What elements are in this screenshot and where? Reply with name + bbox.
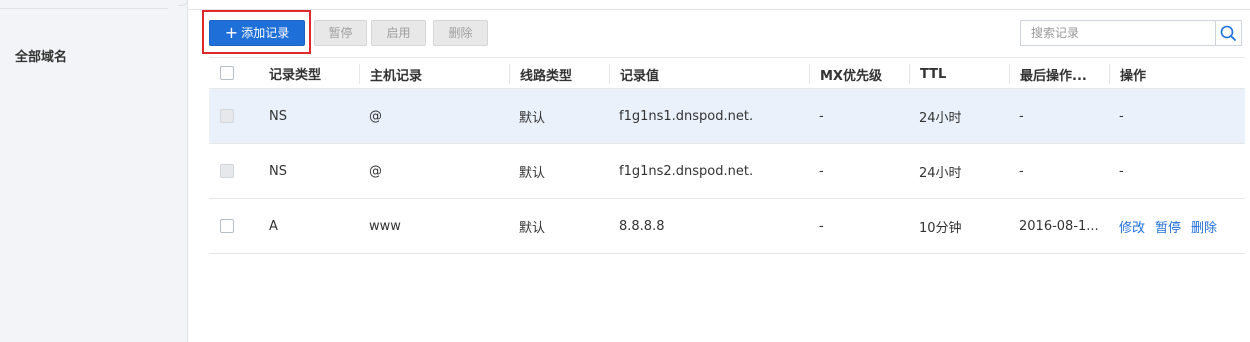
pause-link[interactable]: 暂停 <box>1155 217 1181 236</box>
ttl: 10分钟 <box>919 220 962 236</box>
last-operation: - <box>1019 163 1024 179</box>
table-row[interactable]: NS @ 默认 f1g1ns2.dnspod.net. - 24小时 - - <box>209 144 1245 199</box>
plus-icon: + <box>224 23 239 42</box>
row-checkbox[interactable] <box>220 109 234 123</box>
table-row[interactable]: A www 默认 8.8.8.8 - 10分钟 2016-08-1... 修改 … <box>209 199 1245 254</box>
mx-priority: - <box>819 108 824 124</box>
header-last-op[interactable]: 最后操作... <box>1009 64 1109 84</box>
record-type: A <box>269 218 278 234</box>
search-button[interactable] <box>1215 21 1241 45</box>
record-value: 8.8.8.8 <box>619 218 665 234</box>
row-select-cell <box>209 89 259 143</box>
sidebar-divider <box>0 8 168 9</box>
mx-priority: - <box>819 163 824 179</box>
header-record-type[interactable]: 记录类型 <box>259 58 359 88</box>
ttl: 24小时 <box>919 165 962 181</box>
ttl: 24小时 <box>919 110 962 126</box>
header-ttl[interactable]: TTL <box>909 64 1009 84</box>
search-icon <box>1220 25 1236 41</box>
panel-top-border <box>188 9 1250 10</box>
row-checkbox[interactable] <box>220 219 234 233</box>
edit-link[interactable]: 修改 <box>1119 217 1145 236</box>
delete-button[interactable]: 删除 <box>433 20 488 46</box>
row-select-cell <box>209 199 259 253</box>
add-record-label: 添加记录 <box>241 26 290 40</box>
table-header: 记录类型 主机记录 线路类型 记录值 MX优先级 TTL 最后操作... 操作 <box>209 57 1245 89</box>
header-select-cell <box>209 58 259 88</box>
record-type: NS <box>269 163 287 179</box>
header-value[interactable]: 记录值 <box>609 64 809 84</box>
sidebar-item-all-domains[interactable]: 全部域名 <box>15 46 67 65</box>
record-type: NS <box>269 108 287 124</box>
record-value: f1g1ns2.dnspod.net. <box>619 163 754 179</box>
line-type: 默认 <box>519 110 546 126</box>
host-record: @ <box>369 163 382 179</box>
records-table: 记录类型 主机记录 线路类型 记录值 MX优先级 TTL 最后操作... 操作 … <box>209 57 1245 254</box>
row-select-cell <box>209 144 259 198</box>
add-record-button[interactable]: + 添加记录 <box>209 20 305 46</box>
header-mx[interactable]: MX优先级 <box>809 64 909 84</box>
search-input[interactable] <box>1021 21 1215 45</box>
header-host[interactable]: 主机记录 <box>359 64 509 84</box>
pause-button[interactable]: 暂停 <box>314 20 367 46</box>
line-type: 默认 <box>519 220 546 236</box>
row-checkbox[interactable] <box>220 164 234 178</box>
last-operation: 2016-08-1... <box>1019 218 1099 234</box>
last-operation: - <box>1019 108 1024 124</box>
line-type: 默认 <box>519 165 546 181</box>
table-row[interactable]: NS @ 默认 f1g1ns1.dnspod.net. - 24小时 - - <box>209 89 1245 144</box>
select-all-checkbox[interactable] <box>220 66 234 80</box>
actions: 修改 暂停 删除 <box>1109 199 1245 253</box>
header-line[interactable]: 线路类型 <box>509 64 609 84</box>
record-value: f1g1ns1.dnspod.net. <box>619 108 754 124</box>
mx-priority: - <box>819 218 824 234</box>
search-box <box>1020 20 1242 46</box>
actions: - <box>1119 163 1124 179</box>
actions: - <box>1119 108 1124 124</box>
host-record: www <box>369 218 401 234</box>
host-record: @ <box>369 108 382 124</box>
header-actions: 操作 <box>1109 64 1245 84</box>
sidebar: 全部域名 <box>0 0 188 342</box>
delete-link[interactable]: 删除 <box>1191 217 1217 236</box>
enable-button[interactable]: 启用 <box>371 20 426 46</box>
